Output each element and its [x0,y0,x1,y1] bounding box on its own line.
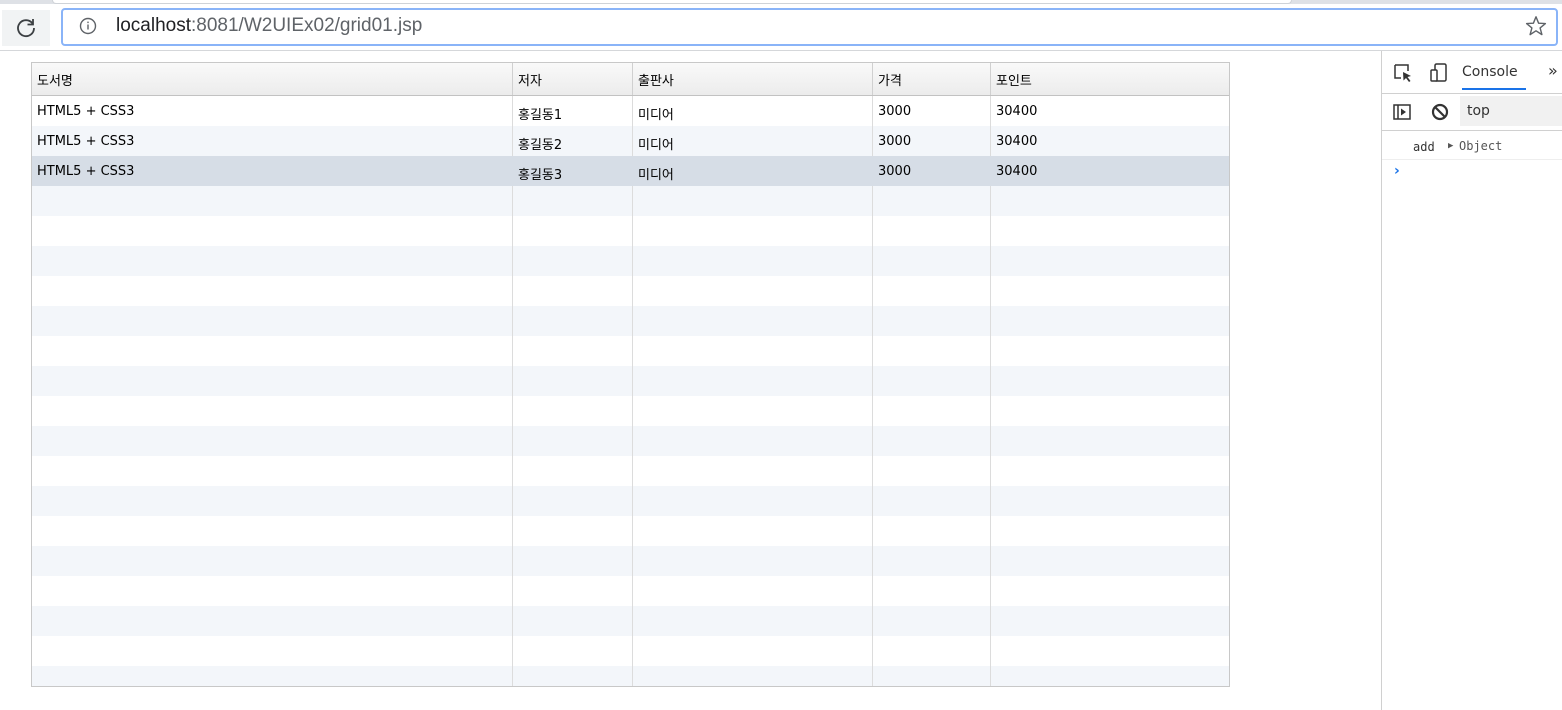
column-divider [990,186,991,686]
sidebar-toggle-icon[interactable] [1392,102,1412,122]
grid-body: HTML5 + CSS3 홍길동1 미디어 3000 30400 HTML5 +… [32,96,1229,686]
address-bar[interactable]: localhost:8081/W2UIEx02/grid01.jsp [61,8,1558,46]
empty-row [32,516,1229,546]
inspect-element-icon[interactable] [1392,62,1414,84]
cell-point: 30400 [996,164,1038,179]
empty-row [32,456,1229,486]
url-host: localhost [116,15,191,36]
column-header-author[interactable]: 저자 [513,63,633,95]
grid-header: 도서명 저자 출판사 가격 포인트 [32,63,1229,96]
column-header-point[interactable]: 포인트 [991,63,1229,95]
column-divider [872,186,873,686]
empty-row [32,576,1229,606]
cell-author: 홍길동1 [513,96,633,126]
cell-price: 3000 [873,156,991,186]
empty-row [32,396,1229,426]
cell-publisher: 미디어 [633,126,873,156]
empty-row [32,426,1229,456]
console-prompt-icon[interactable]: › [1394,163,1400,179]
cell-price: 3000 [873,126,991,156]
empty-row [32,306,1229,336]
tab-active-indicator [1462,88,1526,90]
column-divider [512,186,513,686]
column-header-title[interactable]: 도서명 [32,63,513,95]
books-grid: 도서명 저자 출판사 가격 포인트 HTML5 + CSS3 홍길동1 미디어 … [31,62,1230,687]
cell-price: 3000 [873,96,991,126]
expand-triangle-icon[interactable]: ▶ [1448,141,1453,151]
more-tabs-button[interactable]: » [1548,61,1558,80]
cell-title: HTML5 + CSS3 [32,96,513,126]
cell-title: HTML5 + CSS3 [32,156,513,186]
empty-row [32,366,1229,396]
empty-row [32,636,1229,666]
clear-console-icon[interactable] [1430,102,1450,122]
devtools-panel: Console » top add ▶ Object › [1381,51,1562,710]
column-header-price[interactable]: 가격 [873,63,991,95]
cell-point: 30400 [996,104,1038,119]
empty-row [32,216,1229,246]
log-message: add [1413,140,1435,154]
browser-toolbar: localhost:8081/W2UIEx02/grid01.jsp [0,4,1562,51]
table-row[interactable]: HTML5 + CSS3 홍길동2 미디어 3000 30400 [32,126,1229,156]
reload-icon [17,19,35,38]
empty-row [32,336,1229,366]
column-header-publisher[interactable]: 출판사 [633,63,873,95]
empty-row [32,606,1229,636]
log-object[interactable]: Object [1459,139,1502,153]
url-path: :8081/W2UIEx02/grid01.jsp [191,15,423,36]
cell-author: 홍길동2 [513,126,633,156]
cell-publisher: 미디어 [633,96,873,126]
empty-row [32,666,1229,686]
cell-publisher: 미디어 [633,156,873,186]
empty-row [32,246,1229,276]
reload-button[interactable] [2,10,50,46]
cell-author: 홍길동3 [513,156,633,186]
column-divider [632,186,633,686]
empty-row [32,486,1229,516]
tab-console[interactable]: Console [1462,64,1518,80]
info-icon[interactable] [79,17,97,35]
empty-row [32,276,1229,306]
cell-title: HTML5 + CSS3 [32,126,513,156]
table-row[interactable]: HTML5 + CSS3 홍길동1 미디어 3000 30400 [32,96,1229,126]
empty-row [32,546,1229,576]
device-toolbar-icon[interactable] [1428,62,1450,84]
table-row-selected[interactable]: HTML5 + CSS3 홍길동3 미디어 3000 30400 [32,156,1229,186]
console-toolbar: top [1382,94,1562,131]
devtools-tabbar: Console » [1382,51,1562,94]
console-log-entry[interactable]: add ▶ Object [1382,135,1562,160]
cell-point: 30400 [996,134,1038,149]
empty-row [32,186,1229,216]
url-text[interactable]: localhost:8081/W2UIEx02/grid01.jsp [116,15,422,37]
bookmark-star-icon[interactable] [1524,14,1548,38]
context-selector[interactable]: top [1460,96,1562,126]
